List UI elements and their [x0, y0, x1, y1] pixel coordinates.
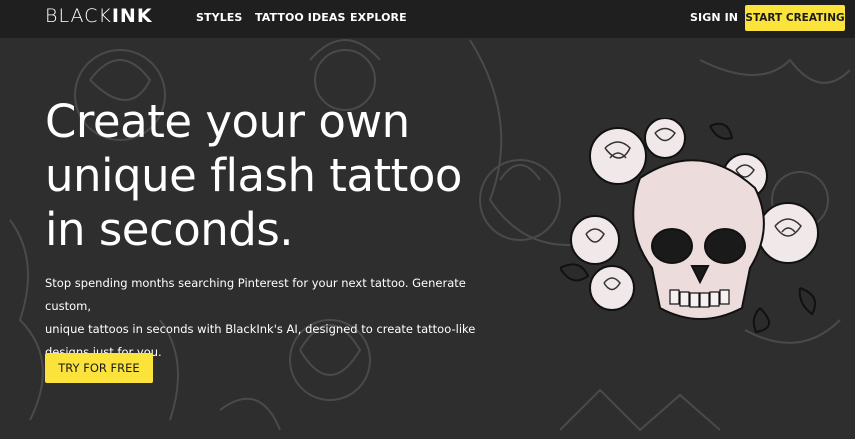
logo-text-bold: INK [111, 5, 153, 27]
logo-text-light: BLACK [45, 5, 112, 27]
hero-title-line-1: Create your own [45, 95, 410, 148]
nav-link-tattoo-ideas[interactable]: TATTOO IDEAS [255, 11, 345, 24]
skull-roses-tattoo-image [560, 118, 819, 334]
hero-title-line-2: unique flash tattoo [45, 149, 462, 202]
top-navbar: BLACKINK STYLES TATTOO IDEAS EXPLORE SIG… [0, 0, 855, 38]
hero-subtitle-line-2: unique tattoos in seconds with BlackInk'… [45, 322, 476, 336]
hero-subtitle-line-1: Stop spending months searching Pinterest… [45, 276, 466, 313]
try-for-free-button[interactable]: TRY FOR FREE [45, 353, 153, 383]
hero-title: Create your own unique flash tattoo in s… [45, 95, 525, 257]
hero-title-line-3: in seconds. [45, 203, 294, 256]
sign-in-link[interactable]: SIGN IN [690, 11, 738, 24]
blackink-logo[interactable]: BLACKINK [45, 5, 153, 27]
start-creating-button[interactable]: START CREATING [745, 5, 845, 31]
nav-link-styles[interactable]: STYLES [196, 11, 242, 24]
hero-subtitle: Stop spending months searching Pinterest… [45, 272, 515, 364]
nav-link-explore[interactable]: EXPLORE [350, 11, 407, 24]
